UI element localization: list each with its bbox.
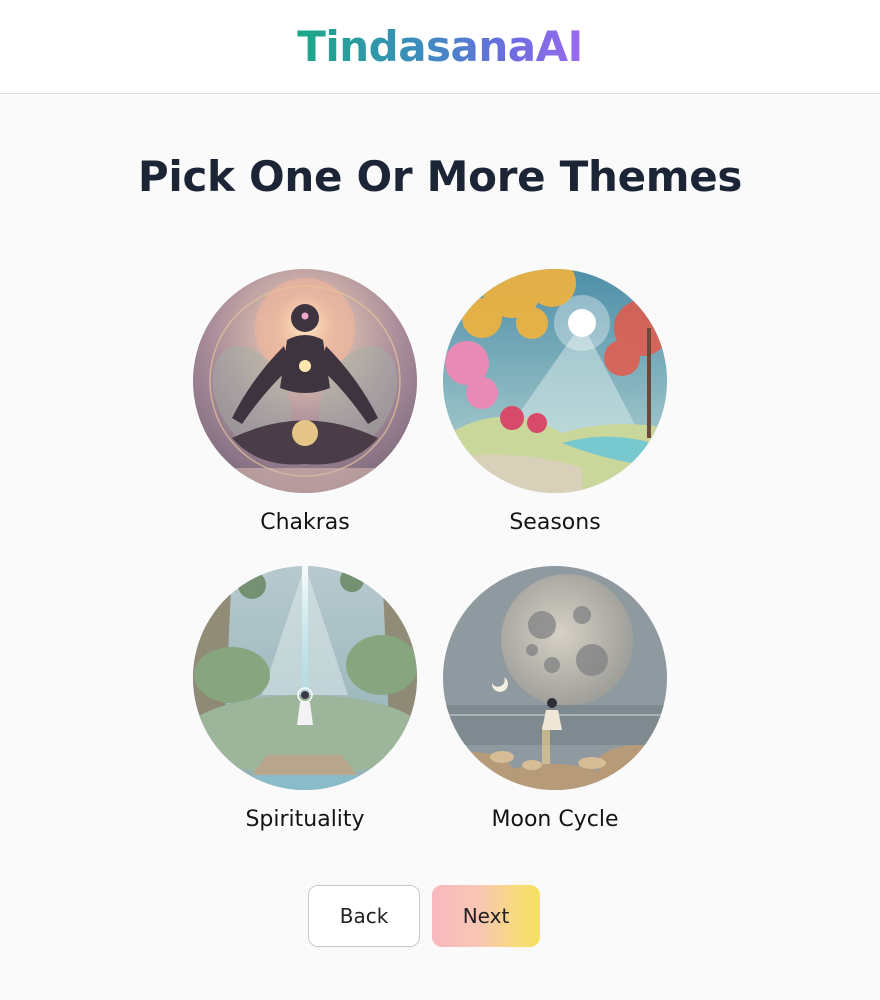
next-button[interactable]: Next: [432, 885, 540, 947]
seasons-image: [443, 269, 667, 493]
theme-label: Spirituality: [245, 807, 365, 832]
theme-card-spirituality[interactable]: Spirituality: [180, 565, 430, 832]
moon-cycle-image: [443, 566, 667, 790]
theme-label: Seasons: [509, 510, 601, 535]
spirituality-image: [193, 566, 417, 790]
theme-label: Chakras: [260, 510, 350, 535]
app-logo: TindasanaAI: [297, 22, 583, 71]
theme-card-moon-cycle[interactable]: Moon Cycle: [430, 565, 680, 832]
back-button[interactable]: Back: [308, 885, 420, 947]
theme-card-seasons[interactable]: Seasons: [430, 268, 680, 535]
theme-label: Moon Cycle: [491, 807, 619, 832]
page-title: Pick One Or More Themes: [137, 152, 743, 201]
chakras-image: [193, 269, 417, 493]
theme-card-chakras[interactable]: Chakras: [180, 268, 430, 535]
app-header: TindasanaAI: [0, 0, 880, 94]
